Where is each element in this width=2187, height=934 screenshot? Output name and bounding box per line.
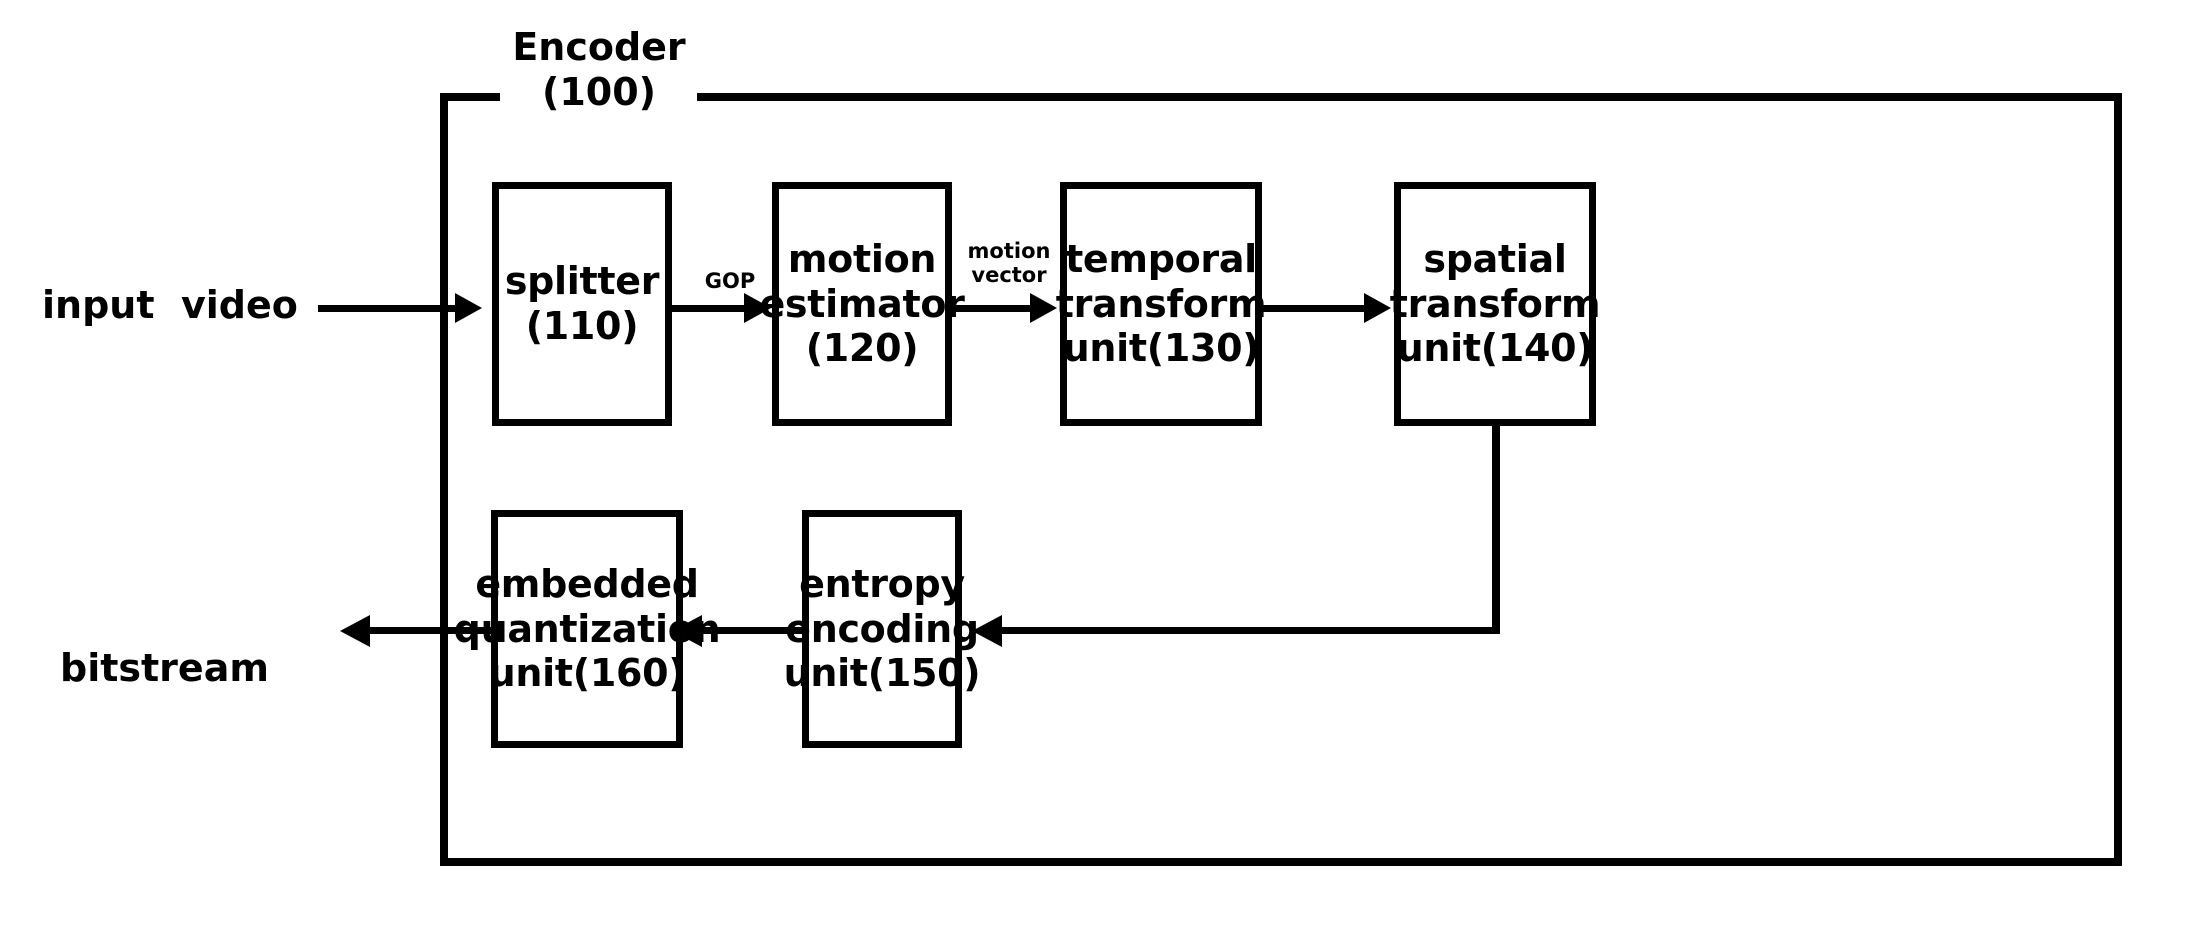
- block-entropy-encoding-unit[interactable]: entropy encoding unit(150): [784, 510, 981, 748]
- block-spatial-transform-unit-label: spatial transform unit(140): [1389, 236, 1601, 371]
- edge-label-motion-vector: motion vector: [967, 239, 1051, 287]
- temporal-to-spatial-line: [1262, 305, 1366, 312]
- bitstream-connector-line: [370, 627, 494, 634]
- block-embedded-quantization-unit[interactable]: embedded quantization unit(160): [454, 510, 721, 748]
- figure-canvas: Encoder (100) input video splitter (110)…: [0, 0, 2187, 934]
- spatial-to-entropy-vertical-line: [1492, 420, 1500, 634]
- block-motion-estimator[interactable]: motion estimator (120): [759, 182, 965, 426]
- block-temporal-transform-unit-label: temporal transform unit(130): [1055, 236, 1267, 371]
- block-temporal-transform-unit[interactable]: temporal transform unit(130): [1056, 182, 1267, 426]
- encoder-enclosure-top-right-segment: [697, 93, 2122, 101]
- block-splitter[interactable]: splitter (110): [492, 182, 672, 426]
- block-spatial-transform-unit[interactable]: spatial transform unit(140): [1390, 182, 1601, 426]
- input-video-label: input video: [42, 283, 298, 327]
- input-video-arrowhead: [455, 293, 482, 323]
- motion-estimator-to-temporal-line: [952, 305, 1032, 312]
- encoder-enclosure-bottom-edge: [440, 858, 2122, 866]
- encoder-enclosure-title: Encoder (100): [512, 25, 686, 114]
- encoder-enclosure-left-edge: [440, 93, 448, 866]
- block-splitter-label: splitter (110): [504, 259, 660, 348]
- spatial-to-entropy-horizontal-line: [1000, 627, 1500, 634]
- encoder-enclosure-right-edge: [2114, 93, 2122, 866]
- encoder-enclosure-top-left-segment: [440, 93, 500, 101]
- block-motion-estimator-label: motion estimator (120): [759, 236, 965, 371]
- splitter-to-motion-estimator-line: [672, 305, 746, 312]
- bitstream-arrowhead: [340, 615, 370, 647]
- block-entropy-encoding-unit-label: entropy encoding unit(150): [783, 561, 981, 696]
- bitstream-label: bitstream: [60, 646, 269, 690]
- input-video-connector-line: [318, 305, 458, 312]
